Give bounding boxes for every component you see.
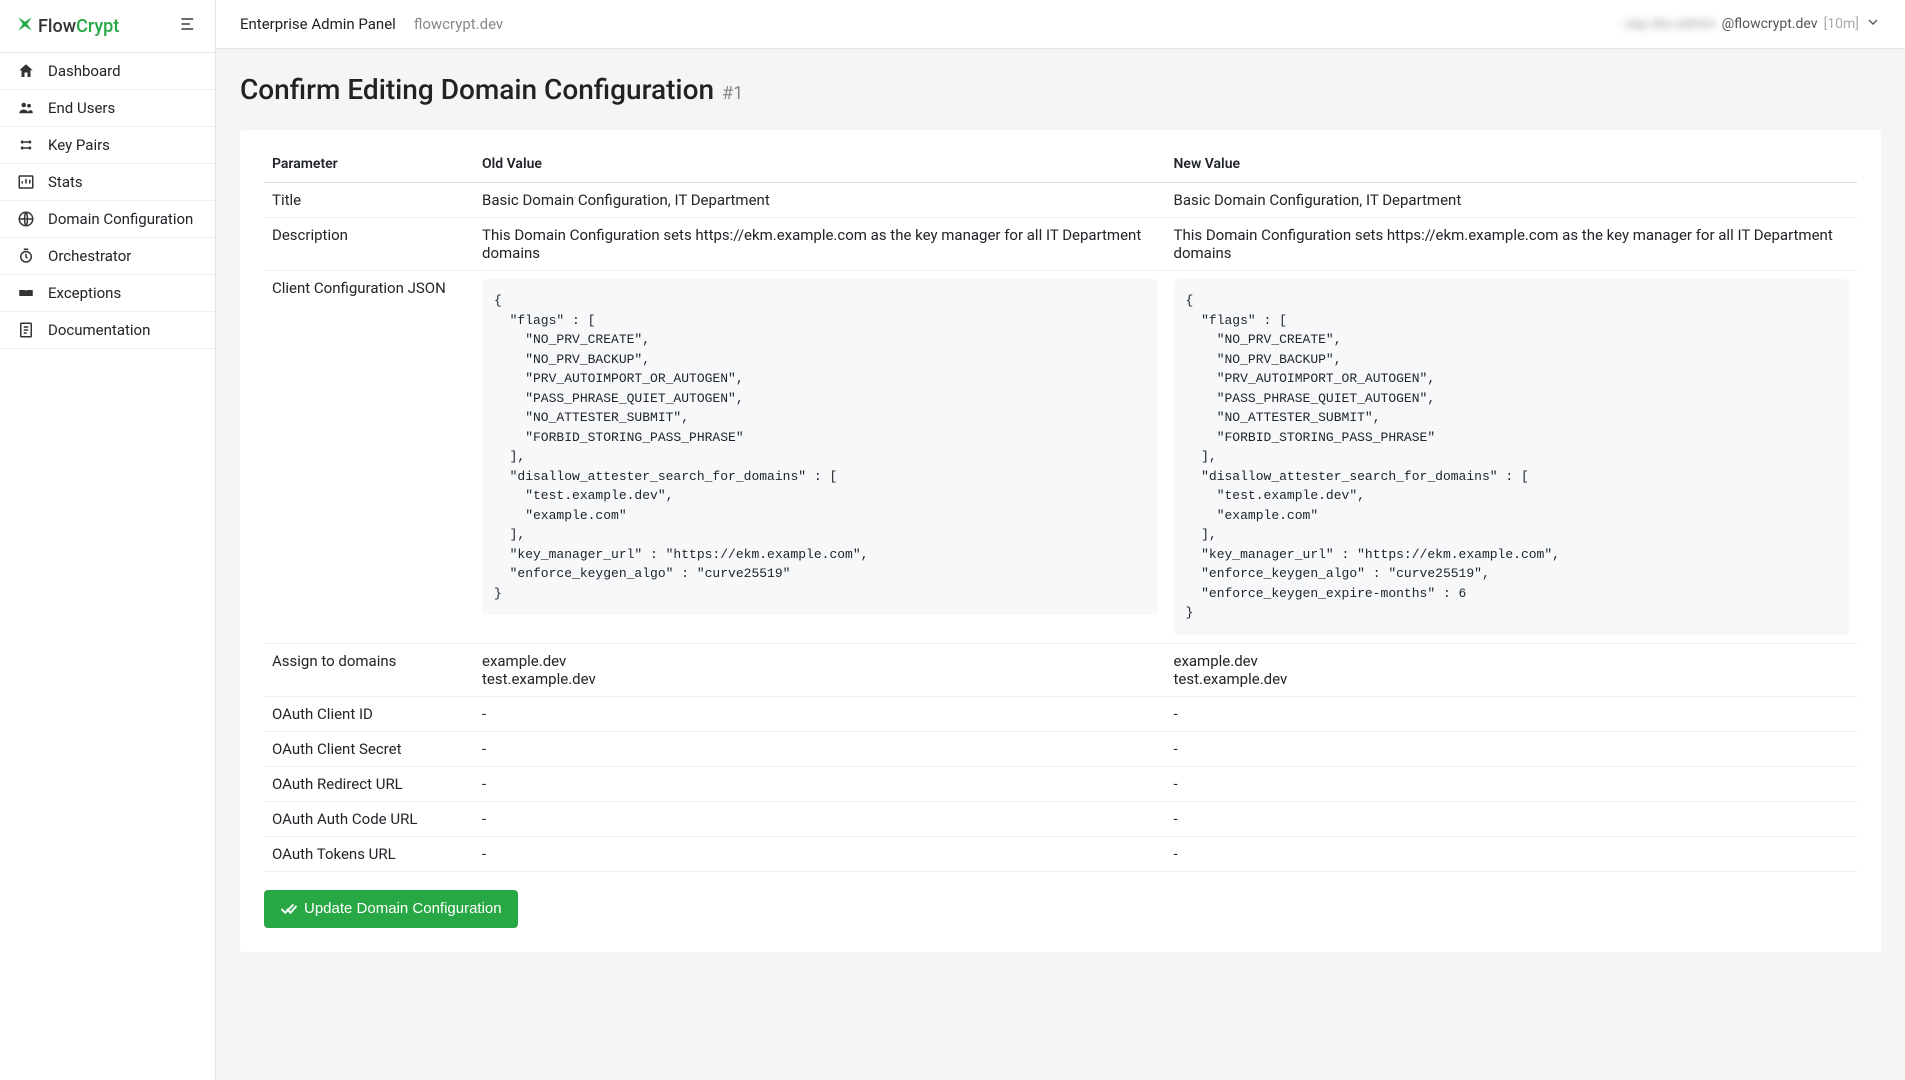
- table-row: OAuth Redirect URL--: [264, 766, 1857, 801]
- sidebar-item-documentation[interactable]: Documentation: [0, 312, 215, 349]
- table-row: Assign to domainsexample.dev test.exampl…: [264, 643, 1857, 696]
- cell-new-value: This Domain Configuration sets https://e…: [1166, 218, 1858, 271]
- user-menu[interactable]: eap.dev.admin @flowcrypt.dev [10m]: [1625, 14, 1881, 34]
- cell-parameter: OAuth Client ID: [264, 696, 474, 731]
- chevron-down-icon: [1865, 14, 1881, 34]
- page-title-number: #1: [722, 83, 743, 104]
- user-domain: @flowcrypt.dev: [1722, 16, 1818, 32]
- cell-old-value: -: [474, 766, 1166, 801]
- doc-icon: [16, 321, 36, 339]
- cell-new-value: -: [1166, 696, 1858, 731]
- cell-parameter: Title: [264, 183, 474, 218]
- sidebar-item-label: Orchestrator: [48, 247, 131, 265]
- cell-old-value: { "flags" : [ "NO_PRV_CREATE", "NO_PRV_B…: [474, 271, 1166, 644]
- sidebar-item-domain-configuration[interactable]: Domain Configuration: [0, 201, 215, 238]
- users-icon: [16, 99, 36, 117]
- clock-icon: [16, 247, 36, 265]
- user-session-time: [10m]: [1824, 16, 1859, 32]
- sidebar-item-label: Dashboard: [48, 62, 121, 80]
- brand-icon: [16, 15, 34, 38]
- sidebar-item-label: Documentation: [48, 321, 150, 339]
- check-all-icon: [280, 900, 298, 918]
- nav-list: Dashboard End Users Key Pairs Stats Doma…: [0, 53, 215, 349]
- sidebar-item-label: End Users: [48, 99, 115, 117]
- sidebar-item-label: Domain Configuration: [48, 210, 193, 228]
- cell-new-value: example.dev test.example.dev: [1166, 643, 1858, 696]
- sidebar-item-exceptions[interactable]: Exceptions: [0, 275, 215, 312]
- cell-parameter: Description: [264, 218, 474, 271]
- sidebar: FlowCrypt Dashboard End Users Key Pairs …: [0, 0, 216, 1080]
- cell-parameter: OAuth Auth Code URL: [264, 801, 474, 836]
- settings-icon: [16, 136, 36, 154]
- th-parameter: Parameter: [264, 146, 474, 183]
- table-row: DescriptionThis Domain Configuration set…: [264, 218, 1857, 271]
- th-new-value: New Value: [1166, 146, 1858, 183]
- cell-old-value: -: [474, 836, 1166, 871]
- code-old: { "flags" : [ "NO_PRV_CREATE", "NO_PRV_B…: [482, 279, 1158, 615]
- sidebar-item-stats[interactable]: Stats: [0, 164, 215, 201]
- sidebar-header: FlowCrypt: [0, 0, 215, 53]
- cell-new-value: Basic Domain Configuration, IT Departmen…: [1166, 183, 1858, 218]
- sidebar-item-key-pairs[interactable]: Key Pairs: [0, 127, 215, 164]
- brand-flow: Flow: [38, 16, 76, 37]
- panel-title: Enterprise Admin Panel: [240, 15, 396, 33]
- cell-new-value: -: [1166, 836, 1858, 871]
- cell-new-value: -: [1166, 731, 1858, 766]
- sidebar-item-end-users[interactable]: End Users: [0, 90, 215, 127]
- brand-logo[interactable]: FlowCrypt: [16, 15, 119, 38]
- cell-old-value: Basic Domain Configuration, IT Departmen…: [474, 183, 1166, 218]
- cell-old-value: example.dev test.example.dev: [474, 643, 1166, 696]
- table-row: OAuth Auth Code URL--: [264, 801, 1857, 836]
- code-new: { "flags" : [ "NO_PRV_CREATE", "NO_PRV_B…: [1174, 279, 1850, 635]
- page-title: Confirm Editing Domain Configuration: [240, 73, 714, 106]
- globe-icon: [16, 210, 36, 228]
- update-button-label: Update Domain Configuration: [304, 900, 502, 917]
- table-row: OAuth Client Secret--: [264, 731, 1857, 766]
- diff-table: Parameter Old Value New Value TitleBasic…: [264, 146, 1857, 872]
- cell-parameter: OAuth Tokens URL: [264, 836, 474, 871]
- table-row: TitleBasic Domain Configuration, IT Depa…: [264, 183, 1857, 218]
- sidebar-item-dashboard[interactable]: Dashboard: [0, 53, 215, 90]
- cell-old-value: -: [474, 731, 1166, 766]
- table-row: OAuth Tokens URL--: [264, 836, 1857, 871]
- cell-old-value: -: [474, 801, 1166, 836]
- sidebar-item-orchestrator[interactable]: Orchestrator: [0, 238, 215, 275]
- table-row: OAuth Client ID--: [264, 696, 1857, 731]
- cell-new-value: { "flags" : [ "NO_PRV_CREATE", "NO_PRV_B…: [1166, 271, 1858, 644]
- main-area: Enterprise Admin Panel flowcrypt.dev eap…: [216, 0, 1905, 1080]
- cell-old-value: -: [474, 696, 1166, 731]
- cell-old-value: This Domain Configuration sets https://e…: [474, 218, 1166, 271]
- topbar: Enterprise Admin Panel flowcrypt.dev eap…: [216, 0, 1905, 49]
- cell-parameter: Assign to domains: [264, 643, 474, 696]
- menu-toggle-icon[interactable]: [179, 14, 199, 38]
- cell-parameter: OAuth Redirect URL: [264, 766, 474, 801]
- broken-icon: [16, 284, 36, 302]
- stats-icon: [16, 173, 36, 191]
- sidebar-item-label: Exceptions: [48, 284, 121, 302]
- content: Confirm Editing Domain Configuration #1 …: [216, 49, 1905, 976]
- cell-new-value: -: [1166, 766, 1858, 801]
- home-icon: [16, 62, 36, 80]
- update-domain-configuration-button[interactable]: Update Domain Configuration: [264, 890, 518, 928]
- cell-parameter: OAuth Client Secret: [264, 731, 474, 766]
- sidebar-item-label: Key Pairs: [48, 136, 110, 154]
- th-old-value: Old Value: [474, 146, 1166, 183]
- user-blurred: eap.dev.admin: [1625, 16, 1716, 32]
- panel-domain: flowcrypt.dev: [414, 15, 503, 33]
- cell-new-value: -: [1166, 801, 1858, 836]
- brand-crypt: Crypt: [76, 16, 119, 37]
- table-row: Client Configuration JSON{ "flags" : [ "…: [264, 271, 1857, 644]
- diff-card: Parameter Old Value New Value TitleBasic…: [240, 130, 1881, 952]
- sidebar-item-label: Stats: [48, 173, 83, 191]
- cell-parameter: Client Configuration JSON: [264, 271, 474, 644]
